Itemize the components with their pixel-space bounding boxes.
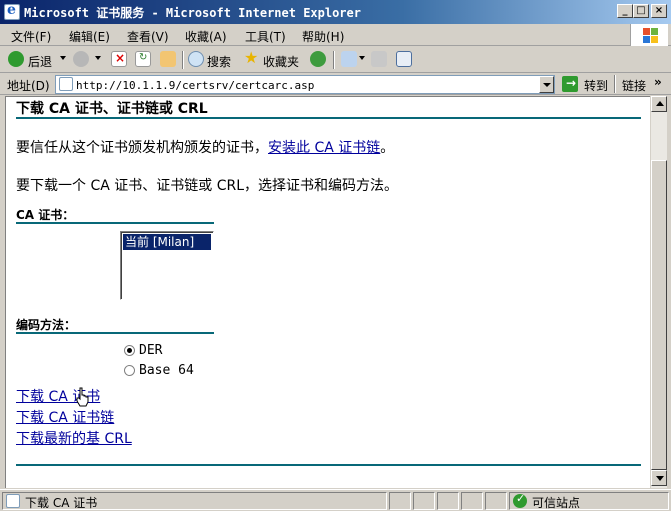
- page-heading: 下载 CA 证书、证书链或 CRL: [16, 101, 208, 117]
- status-cell: [461, 492, 483, 510]
- windows-logo-icon: [630, 24, 668, 46]
- encoding-label-rule: [16, 332, 214, 334]
- address-label: 地址(D): [7, 79, 50, 93]
- address-dropdown-icon[interactable]: [539, 76, 554, 93]
- toolbar-separator: [182, 51, 184, 69]
- scroll-thumb[interactable]: [651, 160, 667, 470]
- address-url[interactable]: http://10.1.1.9/certsrv/certcarc.asp: [76, 79, 314, 92]
- trust-paragraph: 要信任从这个证书颁发机构颁发的证书，安装此 CA 证书链。: [16, 137, 394, 157]
- back-button-label[interactable]: 后退: [28, 53, 52, 70]
- ca-certificate-label: CA 证书：: [16, 208, 75, 222]
- scroll-down-button[interactable]: [651, 470, 667, 486]
- maximize-button[interactable]: □: [633, 4, 649, 18]
- go-arrow-icon[interactable]: →: [562, 76, 578, 92]
- ca-certificate-option[interactable]: 当前 [Milan]: [123, 234, 211, 250]
- mail-icon[interactable]: [341, 51, 357, 67]
- address-input[interactable]: http://10.1.1.9/certsrv/certcarc.asp: [55, 75, 555, 94]
- page-content: 下载 CA 证书、证书链或 CRL 要信任从这个证书颁发机构颁发的证书，安装此 …: [5, 96, 650, 488]
- favorites-star-icon[interactable]: ★: [243, 48, 259, 67]
- ca-label-rule: [16, 222, 214, 224]
- scroll-up-button[interactable]: [651, 96, 667, 112]
- trusted-sites-icon: ✓: [513, 492, 527, 508]
- go-button-label[interactable]: 转到: [584, 77, 608, 94]
- page-status-icon: [6, 494, 20, 508]
- print-icon[interactable]: [371, 51, 387, 67]
- forward-dropdown-icon[interactable]: [95, 56, 101, 60]
- status-text: 下载 CA 证书: [25, 496, 98, 510]
- home-icon[interactable]: [160, 51, 176, 67]
- edit-icon[interactable]: [396, 51, 412, 67]
- address-bar: 地址(D) http://10.1.1.9/certsrv/certcarc.a…: [0, 73, 671, 95]
- history-icon[interactable]: [310, 51, 326, 67]
- menu-bar: 文件(F) 编辑(E) 查看(V) 收藏(A) 工具(T) 帮助(H): [0, 24, 671, 46]
- ie-icon: [4, 2, 20, 20]
- minimize-button[interactable]: _: [617, 4, 633, 18]
- search-button-label[interactable]: 搜索: [207, 53, 231, 70]
- vertical-scrollbar[interactable]: [650, 96, 667, 488]
- encoding-label: 编码方法：: [16, 318, 77, 332]
- status-cell: [389, 492, 411, 510]
- search-icon[interactable]: [188, 51, 204, 67]
- stop-icon[interactable]: ×: [111, 51, 127, 67]
- status-cell: [485, 492, 507, 510]
- address-separator: [614, 75, 616, 93]
- status-text-cell: 下载 CA 证书: [2, 492, 387, 510]
- menu-view[interactable]: 查看(V): [127, 28, 169, 45]
- status-cell: [437, 492, 459, 510]
- security-zone-cell: ✓ 可信站点: [509, 492, 669, 510]
- menu-help[interactable]: 帮助(H): [302, 28, 344, 45]
- download-latest-crl-link[interactable]: 下载最新的基 CRL: [16, 428, 132, 448]
- trust-end: 。: [380, 140, 395, 156]
- der-radio[interactable]: [124, 345, 135, 356]
- download-ca-chain-link[interactable]: 下载 CA 证书链: [16, 407, 114, 427]
- window-title: Microsoft 证书服务 - Microsoft Internet Expl…: [24, 6, 361, 20]
- toolbar: 后退 × ↻ 搜索 ★ 收藏夹: [0, 47, 671, 73]
- ca-certificate-list[interactable]: 当前 [Milan]: [120, 231, 214, 300]
- links-chevron-icon[interactable]: »: [654, 75, 662, 89]
- menu-file[interactable]: 文件(F): [11, 28, 51, 45]
- status-cell: [413, 492, 435, 510]
- menu-favorites[interactable]: 收藏(A): [185, 28, 227, 45]
- back-icon[interactable]: [8, 51, 24, 67]
- menu-tools[interactable]: 工具(T): [245, 28, 286, 45]
- install-ca-chain-link[interactable]: 安装此 CA 证书链: [268, 140, 380, 156]
- footer-rule: [16, 464, 641, 466]
- mail-dropdown-icon[interactable]: [359, 56, 365, 60]
- menu-edit[interactable]: 编辑(E): [69, 28, 110, 45]
- favorites-button-label[interactable]: 收藏夹: [263, 53, 299, 70]
- instruction-text: 要下载一个 CA 证书、证书链或 CRL，选择证书和编码方法。: [16, 178, 399, 194]
- title-bar: Microsoft 证书服务 - Microsoft Internet Expl…: [0, 0, 671, 24]
- back-dropdown-icon[interactable]: [60, 56, 66, 60]
- trust-text: 要信任从这个证书颁发机构颁发的证书，: [16, 140, 268, 156]
- status-bar: 下载 CA 证书 ✓ 可信站点: [0, 489, 671, 511]
- hand-cursor-icon: [76, 387, 90, 407]
- security-zone-text: 可信站点: [532, 496, 581, 510]
- refresh-icon[interactable]: ↻: [135, 51, 151, 67]
- forward-icon[interactable]: [73, 51, 89, 67]
- base64-radio-label: Base 64: [139, 363, 194, 378]
- base64-radio[interactable]: [124, 365, 135, 376]
- der-radio-label: DER: [139, 343, 163, 358]
- toolbar-separator: [333, 51, 335, 69]
- page-icon: [59, 77, 73, 91]
- links-label[interactable]: 链接: [622, 77, 646, 94]
- close-button[interactable]: ×: [651, 4, 667, 18]
- heading-rule: [16, 117, 641, 119]
